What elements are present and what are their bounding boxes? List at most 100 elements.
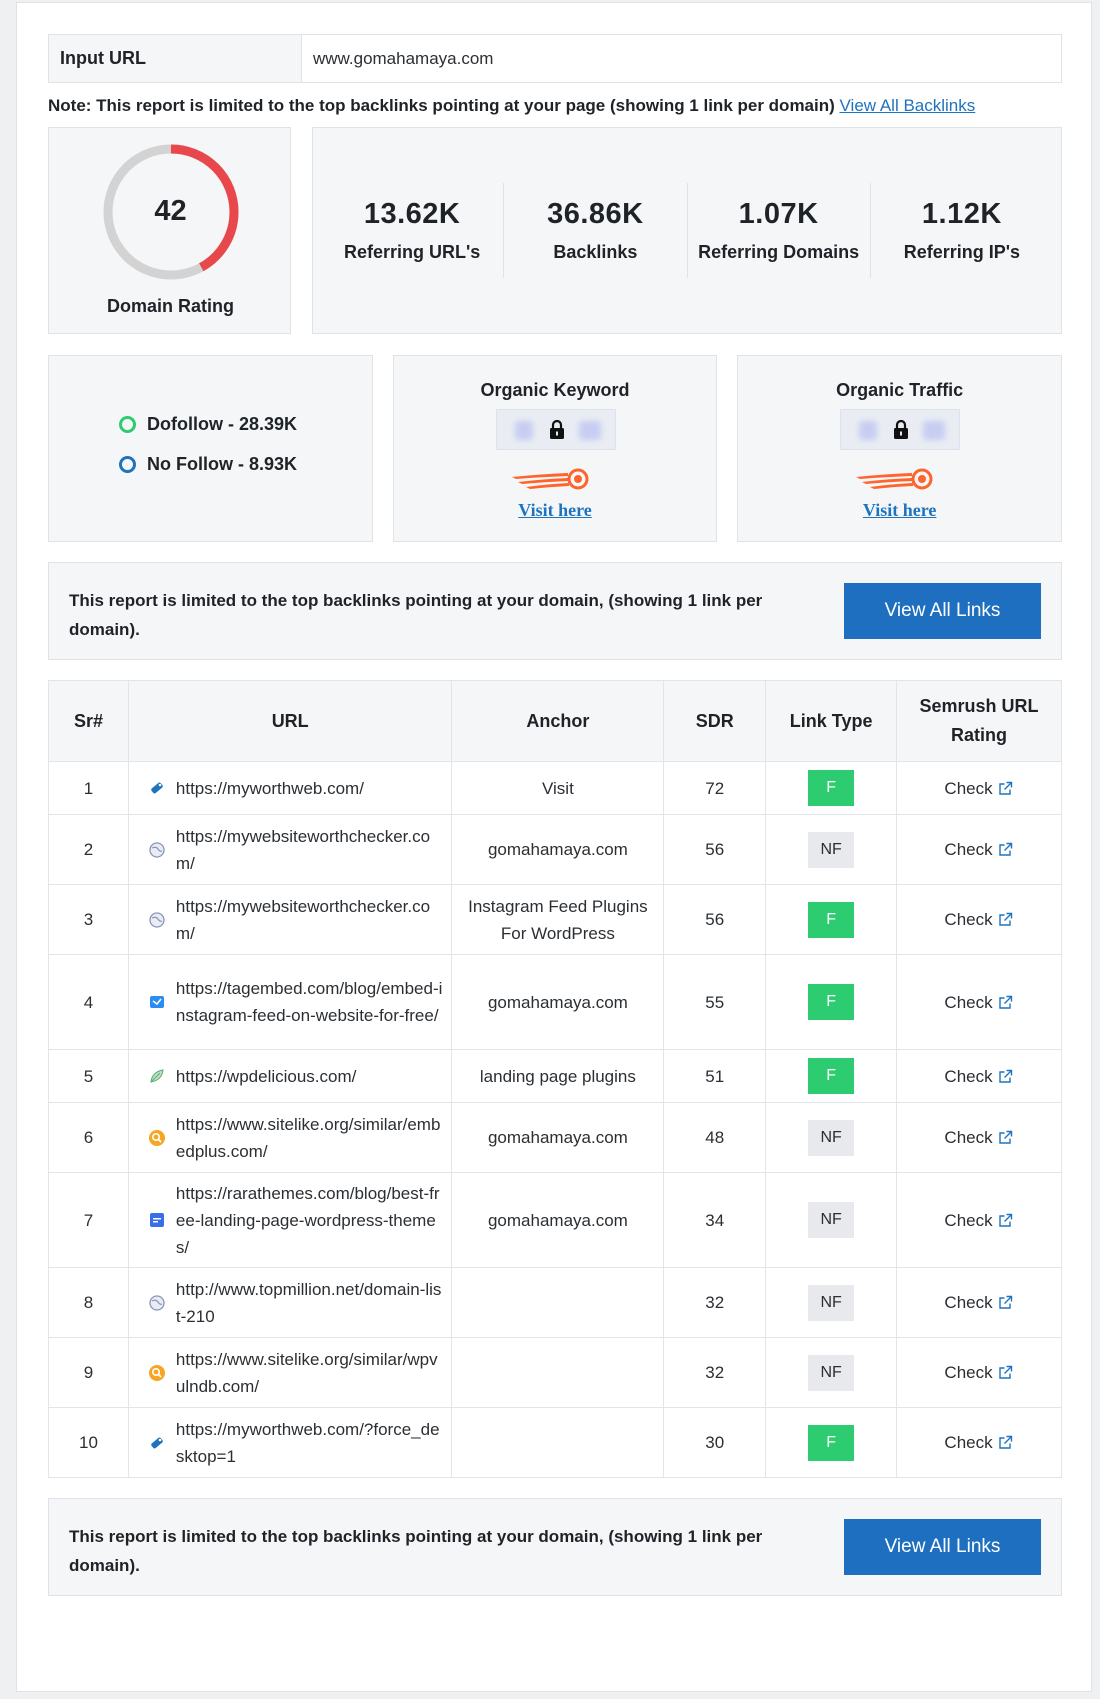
check-link[interactable]: Check <box>944 1429 1013 1456</box>
cell-sdr: 32 <box>663 1267 767 1338</box>
table-row: 7 https://rarathemes.com/blog/best-free-l… <box>48 1172 1062 1268</box>
cell-sdr: 32 <box>663 1337 767 1408</box>
cell-sr: 9 <box>48 1337 129 1408</box>
tag-icon <box>147 1434 167 1452</box>
cell-url: https://www.sitelike.org/similar/embedpl… <box>127 1102 453 1173</box>
metric-referring-urls: 13.62K Referring URL's <box>321 183 503 278</box>
cell-semrush-check: Check <box>896 1172 1062 1268</box>
notice-banner-top: This report is limited to the top backli… <box>48 562 1062 660</box>
cell-link-type: NF <box>765 1267 898 1338</box>
domain-rating-box: 42 Domain Rating <box>48 127 291 334</box>
check-link[interactable]: Check <box>944 906 1013 933</box>
organic-traffic-visit-link[interactable]: Visit here <box>738 500 1061 521</box>
rarathemes-icon <box>147 1211 167 1229</box>
check-link[interactable]: Check <box>944 1359 1013 1386</box>
dofollow-item: Dofollow - 28.39K <box>119 414 297 435</box>
anchor-text: gomahamaya.com <box>487 840 628 859</box>
check-link[interactable]: Check <box>944 1063 1013 1090</box>
check-link[interactable]: Check <box>944 775 1013 802</box>
cell-semrush-check: Check <box>896 814 1062 885</box>
external-link-icon <box>998 995 1012 1009</box>
domain-rating-label: Domain Rating <box>106 296 234 316</box>
check-link[interactable]: Check <box>944 989 1013 1016</box>
cell-link-type: NF <box>765 1337 898 1408</box>
view-all-backlinks-link[interactable]: View All Backlinks <box>840 96 976 115</box>
cell-sr: 8 <box>48 1267 129 1338</box>
view-all-links-button[interactable]: View All Links <box>844 583 1041 639</box>
globe-icon <box>147 1294 167 1312</box>
metrics-box: 13.62K Referring URL's 36.86K Backlinks … <box>312 127 1062 334</box>
view-all-links-button[interactable]: View All Links <box>844 1519 1041 1575</box>
backlink-url-link[interactable]: http://www.topmillion.net/domain-list-21… <box>176 1276 444 1330</box>
table-row: 9 https://www.sitelike.org/similar/wpvuln… <box>48 1337 1062 1408</box>
backlink-url-link[interactable]: https://mywebsiteworthchecker.com/ <box>176 823 444 877</box>
cell-anchor: gomahamaya.com <box>451 1172 665 1268</box>
semrush-logo-icon <box>856 468 933 490</box>
cell-link-type: NF <box>765 1102 898 1173</box>
cell-sdr: 30 <box>663 1407 767 1478</box>
backlink-url-link[interactable]: https://tagembed.com/blog/embed-instagra… <box>176 975 444 1029</box>
secondary-stats-row: Dofollow - 28.39K No Follow - 8.93K Orga… <box>48 355 1063 542</box>
notice-banner-bottom: This report is limited to the top backli… <box>48 1498 1062 1596</box>
sitelike-icon <box>147 1364 167 1382</box>
cell-sdr: 56 <box>663 814 767 885</box>
locked-value <box>495 409 616 450</box>
cell-sr: 6 <box>48 1102 129 1173</box>
backlink-url-link[interactable]: https://mywebsiteworthchecker.com/ <box>176 893 444 947</box>
check-link[interactable]: Check <box>944 1207 1013 1234</box>
metric-value: 1.07K <box>738 198 819 230</box>
check-label: Check <box>944 992 993 1012</box>
backlink-url-link[interactable]: https://myworthweb.com/ <box>176 775 364 802</box>
organic-keyword-visit-link[interactable]: Visit here <box>394 500 717 521</box>
notice-text: This report is limited to the top backli… <box>69 591 763 639</box>
external-link-icon <box>998 842 1012 856</box>
check-label: Check <box>944 1293 993 1312</box>
dofollow-label: Dofollow - 28.39K <box>147 414 298 434</box>
sitelike-icon <box>147 1129 167 1147</box>
cell-url: https://wpdelicious.com/ <box>127 1049 453 1103</box>
locked-value <box>840 409 961 450</box>
link-type-badge: NF <box>808 1202 855 1238</box>
check-label: Check <box>944 1128 993 1147</box>
backlink-url-link[interactable]: https://rarathemes.com/blog/best-free-la… <box>176 1180 444 1261</box>
link-type-badge: F <box>808 1424 855 1461</box>
header-sr: Sr# <box>48 680 129 762</box>
check-link[interactable]: Check <box>944 1124 1013 1151</box>
cell-url: https://myworthweb.com/?force_desktop=1 <box>127 1407 453 1478</box>
organic-traffic-box: Organic Traffic Visit here <box>737 355 1063 542</box>
backlink-url-link[interactable]: https://myworthweb.com/?force_desktop=1 <box>176 1416 444 1470</box>
check-link[interactable]: Check <box>944 1289 1013 1316</box>
header-link-type: Link Type <box>765 680 898 762</box>
cell-sdr: 34 <box>663 1172 767 1268</box>
external-link-icon <box>998 912 1012 926</box>
cell-sdr: 51 <box>663 1049 767 1103</box>
input-url-value: www.gomahamaya.com <box>313 48 494 68</box>
check-label: Check <box>944 1210 993 1230</box>
cell-url: https://rarathemes.com/blog/best-free-la… <box>127 1172 453 1268</box>
backlink-url-link[interactable]: https://wpdelicious.com/ <box>176 1063 356 1090</box>
cell-url: https://mywebsiteworthchecker.com/ <box>127 884 453 955</box>
backlink-url-link[interactable]: https://www.sitelike.org/similar/embedpl… <box>176 1111 444 1165</box>
external-link-icon <box>998 1130 1012 1144</box>
cell-link-type: F <box>765 1407 898 1478</box>
blue-ring-icon <box>119 456 136 473</box>
cell-sdr: 55 <box>663 954 767 1050</box>
check-label: Check <box>944 1433 993 1452</box>
metric-label: Backlinks <box>553 242 638 262</box>
metric-label: Referring URL's <box>343 242 481 262</box>
nofollow-label: No Follow - 8.93K <box>147 454 298 474</box>
cell-semrush-check: Check <box>896 1049 1062 1103</box>
cell-sr: 5 <box>48 1049 129 1103</box>
metric-value: 1.12K <box>921 198 1002 230</box>
external-link-icon <box>998 1365 1012 1379</box>
anchor-text: gomahamaya.com <box>487 1128 628 1147</box>
cell-link-type: F <box>765 954 898 1050</box>
check-link[interactable]: Check <box>944 836 1013 863</box>
link-type-badge: NF <box>808 831 855 868</box>
organic-traffic-title: Organic Traffic <box>836 380 964 400</box>
cell-url: https://mywebsiteworthchecker.com/ <box>127 814 453 885</box>
report-container: Input URL www.gomahamaya.com Note: This … <box>48 34 1063 1596</box>
external-link-icon <box>998 1213 1012 1227</box>
cell-semrush-check: Check <box>896 884 1062 955</box>
backlink-url-link[interactable]: https://www.sitelike.org/similar/wpvulnd… <box>176 1346 444 1400</box>
